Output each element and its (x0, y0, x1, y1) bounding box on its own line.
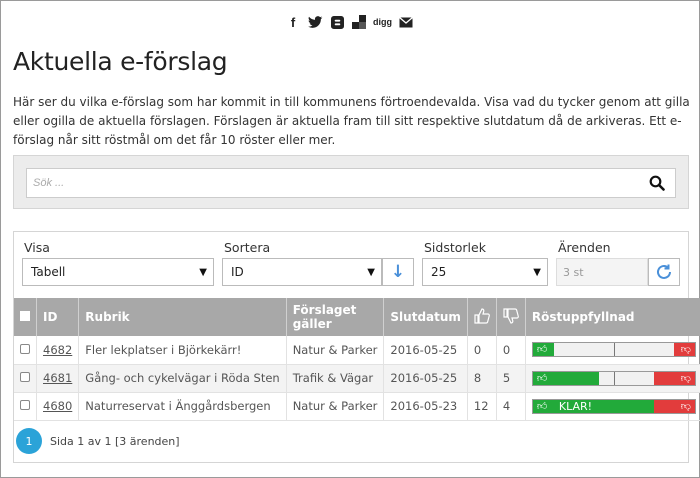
thumbs-down-icon[interactable]: 👎︎ (681, 372, 691, 384)
arrow-down-icon: ↓ (390, 262, 406, 282)
row-likes: 0 (467, 336, 497, 365)
row-likes: 12 (467, 392, 497, 421)
chevron-down-icon: ▼ (533, 267, 541, 278)
facebook-icon[interactable]: f (285, 13, 301, 31)
sidstorlek-select[interactable]: 25 ▼ (422, 258, 548, 286)
page-frame: f digg Aktuella e-förslag Här ser du vil… (0, 0, 700, 478)
search-placeholder: Sök ... (33, 177, 65, 189)
vote-marker (613, 343, 615, 357)
row-checkbox[interactable] (14, 364, 37, 393)
col-rubrik[interactable]: Rubrik (78, 298, 287, 336)
row-checkbox[interactable] (14, 392, 37, 421)
table-row[interactable]: 4680 Naturreservat i Änggårdsbergen Natur … (14, 392, 700, 421)
col-id[interactable]: ID (36, 298, 80, 336)
blogger-icon[interactable] (329, 13, 345, 31)
thumbs-down-icon[interactable]: 👎︎ (681, 343, 691, 355)
thumbs-down-icon[interactable]: 👎︎ (681, 400, 691, 412)
col-slutdatum[interactable]: Slutdatum (383, 298, 468, 336)
row-slutdatum: 2016-05-23 (383, 392, 468, 421)
sidstorlek-value: 25 (431, 265, 447, 279)
row-dislikes: 5 (496, 364, 526, 393)
row-progress: 👍︎ 👎︎ (525, 364, 700, 393)
table-row[interactable]: 4681 Gång- och cykelvägar i Röda Sten Traf… (14, 364, 700, 393)
row-dislikes: 0 (496, 336, 526, 365)
col-like[interactable] (467, 298, 497, 336)
delicious-icon[interactable] (351, 13, 367, 31)
page-button[interactable]: 1 (16, 428, 42, 454)
arenden-label: Ärenden (558, 240, 611, 255)
search-input[interactable]: Sök ... (26, 168, 676, 198)
vote-progress-bar: 👍︎ 👎︎ (531, 370, 696, 386)
digg-icon[interactable]: digg (373, 13, 392, 31)
table-row[interactable]: 4682 Fler lekplatser i Björkekärr! Natur &… (14, 336, 700, 365)
row-galler: Natur & Parker (286, 336, 385, 365)
vote-progress-bar: 👍︎ KLAR! 👎︎ (531, 398, 696, 414)
row-id-link[interactable]: 4680 (43, 399, 72, 413)
vote-yes-fill (532, 399, 655, 413)
table-header-row: ID Rubrik Förslaget gäller Slutdatum Rös… (14, 298, 700, 336)
visa-value: Tabell (31, 265, 66, 279)
row-slutdatum: 2016-05-25 (383, 336, 468, 365)
visa-label: Visa (24, 240, 50, 255)
proposals-table: ID Rubrik Förslaget gäller Slutdatum Rös… (14, 298, 700, 421)
row-id-link[interactable]: 4682 (43, 343, 72, 357)
search-panel: Sök ... (13, 155, 689, 209)
row-checkbox[interactable] (14, 336, 37, 365)
thumbs-down-icon (503, 307, 519, 324)
row-dislikes: 4 (496, 392, 526, 421)
col-galler[interactable]: Förslaget gäller (286, 298, 385, 336)
row-id[interactable]: 4681 (36, 364, 80, 393)
search-icon[interactable] (649, 175, 665, 191)
col-progress[interactable]: Röstuppfyllnad (525, 298, 700, 336)
thumbs-up-icon[interactable]: 👍︎ (537, 343, 547, 355)
sortera-label: Sortera (224, 240, 271, 255)
twitter-icon[interactable] (307, 13, 323, 31)
pagination: 1 Sida 1 av 1 [3 ärenden] (16, 428, 180, 454)
thumbs-up-icon[interactable]: 👍︎ (537, 372, 547, 384)
row-slutdatum: 2016-05-25 (383, 364, 468, 393)
sortera-value: ID (231, 265, 244, 279)
vote-progress-bar: 👍︎ 👎︎ (531, 342, 696, 358)
pager-text: Sida 1 av 1 [3 ärenden] (50, 434, 180, 448)
vote-marker (613, 371, 615, 385)
row-galler: Trafik & Vägar (286, 364, 385, 393)
thumbs-up-icon[interactable]: 👍︎ (537, 400, 547, 412)
chevron-down-icon: ▼ (199, 267, 207, 278)
page-title: Aktuella e-förslag (13, 47, 228, 76)
intro-text: Här ser du vilka e-förslag som har kommi… (13, 95, 690, 147)
row-id-link[interactable]: 4681 (43, 371, 72, 385)
row-progress: 👍︎ 👎︎ (525, 336, 700, 365)
refresh-button[interactable] (648, 258, 680, 286)
col-dislike[interactable] (496, 298, 526, 336)
visa-select[interactable]: Tabell ▼ (22, 258, 214, 286)
row-rubrik: Fler lekplatser i Björkekärr! (78, 336, 287, 365)
mail-icon[interactable] (398, 13, 414, 31)
row-likes: 8 (467, 364, 497, 393)
row-galler: Natur & Parker (286, 392, 385, 421)
row-rubrik: Naturreservat i Änggårdsbergen (78, 392, 287, 421)
sort-direction-button[interactable]: ↓ (382, 258, 414, 286)
sortera-select[interactable]: ID ▼ (222, 258, 382, 286)
vote-status: KLAR! (558, 399, 593, 413)
row-rubrik: Gång- och cykelvägar i Röda Sten (78, 364, 287, 393)
share-bar: f digg (285, 13, 414, 31)
chevron-down-icon: ▼ (367, 267, 375, 278)
row-progress: 👍︎ KLAR! 👎︎ (525, 392, 700, 421)
refresh-icon (657, 264, 671, 279)
select-all-checkbox[interactable] (14, 298, 37, 336)
sidstorlek-label: Sidstorlek (424, 240, 486, 255)
arenden-count: 3 st (556, 258, 648, 286)
thumbs-up-icon (474, 307, 490, 324)
row-id[interactable]: 4680 (36, 392, 80, 421)
results-panel: Visa Tabell ▼ Sortera ID ▼ ↓ Sidstorlek … (13, 231, 700, 463)
row-id[interactable]: 4682 (36, 336, 80, 365)
